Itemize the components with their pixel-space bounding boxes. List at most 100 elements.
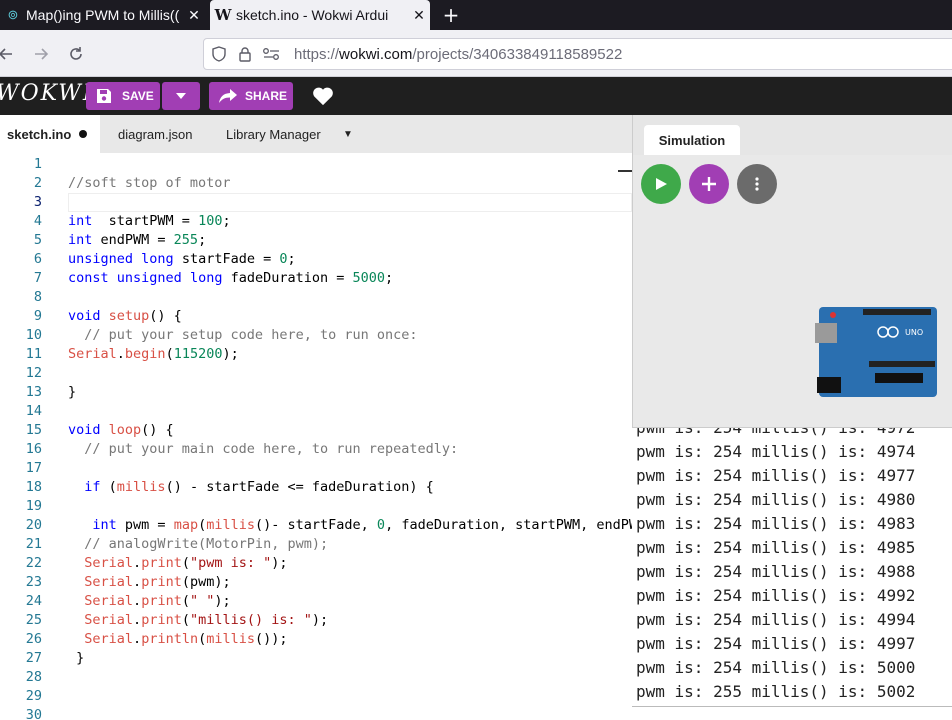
number: 115200 — [173, 346, 223, 362]
code-line-24[interactable]: Serial.print(" "); — [68, 592, 230, 611]
code-text: . — [116, 346, 125, 362]
code-line-7[interactable]: const unsigned long fadeDuration = 5000; — [68, 269, 393, 288]
tabs-menu-caret-icon[interactable]: ▼ — [343, 115, 353, 153]
arduino-uno-board[interactable]: UNO — [815, 307, 939, 399]
line-number: 14 — [25, 403, 42, 419]
function-name: millis — [206, 631, 256, 647]
code-text: (pwm); — [181, 574, 231, 590]
permissions-icon[interactable] — [260, 43, 282, 65]
code-line-9[interactable]: void setup() { — [68, 307, 182, 326]
object-name: Serial — [84, 593, 134, 609]
line-number: 30 — [25, 707, 42, 720]
keyword: long — [141, 251, 174, 267]
unsaved-dot-icon — [79, 130, 88, 138]
code-line-16[interactable]: // put your main code here, to run repea… — [68, 440, 458, 459]
keyword: void — [68, 422, 101, 438]
serial-output-line: pwm is: 254 millis() is: 4985 — [636, 538, 916, 557]
add-part-button[interactable] — [689, 164, 729, 204]
code-line-6[interactable]: unsigned long startFade = 0; — [68, 250, 296, 269]
serial-input[interactable] — [632, 706, 952, 720]
code-editor[interactable]: 1 2 3 4 5 6 7 8 9 10 11 12 13 14 15 16 17 18 19 20 21 22 23 24 2… — [0, 153, 632, 720]
code-line-23[interactable]: Serial.print(pwm); — [68, 573, 231, 592]
browser-tab-sketch[interactable]: W sketch.ino - Wokwi Ardui ✕ — [210, 0, 430, 30]
line-number: 23 — [25, 574, 42, 590]
line-number: 15 — [25, 422, 42, 438]
code-line-2[interactable]: //soft stop of motor — [68, 174, 231, 193]
object-name: Serial — [84, 574, 134, 590]
url-path: /projects/340633849118589522 — [412, 45, 623, 63]
plus-icon — [702, 177, 716, 191]
new-tab-button[interactable]: + — [440, 0, 462, 30]
line-number: 5 — [33, 232, 42, 248]
forward-arrow-icon[interactable] — [27, 30, 55, 77]
heart-icon[interactable] — [312, 85, 334, 107]
code-line-5[interactable]: int endPWM = 255; — [68, 231, 206, 250]
code-line-13[interactable]: } — [68, 383, 76, 402]
comment: // put your main code here, to run repea… — [68, 441, 459, 457]
shield-icon[interactable] — [208, 43, 230, 65]
keyword: if — [84, 479, 101, 495]
close-tab-icon[interactable]: ✕ — [408, 7, 430, 24]
code-line-25[interactable]: Serial.print("millis() is: "); — [68, 611, 328, 630]
line-number: 11 — [25, 346, 42, 362]
back-arrow-icon[interactable] — [0, 30, 20, 77]
code-line-11[interactable]: Serial.begin(115200); — [68, 345, 239, 364]
tab-label: sketch.ino — [7, 126, 72, 142]
editor-overview-marker — [618, 170, 632, 172]
tab-library-manager[interactable]: Library Manager — [226, 115, 321, 153]
lock-icon[interactable] — [234, 43, 256, 65]
code-line-26[interactable]: Serial.println(millis()); — [68, 630, 287, 649]
code-text: ( — [165, 346, 174, 362]
tab-sketch-ino[interactable]: sketch.ino — [0, 115, 100, 153]
line-number: 9 — [33, 308, 42, 324]
close-tab-icon[interactable]: ✕ — [183, 7, 205, 24]
function-name: print — [141, 574, 182, 590]
line-number: 17 — [25, 460, 42, 476]
code-line-18[interactable]: if (millis() - startFade <= fadeDuration… — [68, 478, 434, 497]
save-button[interactable]: SAVE — [86, 82, 160, 110]
code-line-22[interactable]: Serial.print("pwm is: "); — [68, 554, 288, 573]
serial-output-line: pwm is: 254 millis() is: 4974 — [636, 442, 916, 461]
keyword: long — [189, 270, 223, 286]
serial-output-line: pwm is: 254 millis() is: 5000 — [636, 658, 916, 677]
current-line-highlight — [68, 193, 632, 212]
browser-tab-map-pwm[interactable]: ⊚ Map()ing PWM to Millis(( ✕ — [0, 0, 205, 30]
code-text: ; — [385, 270, 394, 286]
number: 255 — [173, 232, 199, 248]
tab-diagram-json[interactable]: diagram.json — [118, 115, 192, 153]
keyword: void — [68, 308, 101, 324]
keyword: int — [68, 232, 93, 248]
string-literal: "pwm is: " — [189, 555, 272, 571]
line-number: 8 — [33, 289, 42, 305]
serial-output-line: pwm is: 254 millis() is: 4983 — [636, 514, 916, 533]
more-options-button[interactable] — [737, 164, 777, 204]
share-button[interactable]: SHARE — [209, 82, 293, 110]
code-line-27[interactable]: } — [68, 649, 84, 668]
code-line-21[interactable]: // analogWrite(MotorPin, pwm); — [68, 535, 328, 554]
browser-tab-title: sketch.ino - Wokwi Ardui — [236, 7, 389, 23]
floppy-disk-icon — [97, 89, 111, 103]
reload-icon[interactable] — [62, 30, 90, 77]
line-number: 28 — [25, 669, 42, 685]
object-name: Serial — [84, 555, 134, 571]
code-line-4[interactable]: int startPWM = 100; — [68, 212, 231, 231]
tab-simulation[interactable]: Simulation — [644, 125, 740, 155]
comment: // analogWrite(MotorPin, pwm); — [68, 536, 329, 552]
code-line-15[interactable]: void loop() { — [68, 421, 174, 440]
wokwi-logo[interactable]: WOKWI — [0, 81, 94, 106]
code-line-20[interactable]: int pwm = map(millis()- startFade, 0, fa… — [68, 516, 632, 535]
serial-monitor[interactable]: pwm is: 254 millis() is: 4972 pwm is: 254… — [632, 427, 952, 706]
line-number: 2 — [33, 175, 42, 191]
start-simulation-button[interactable] — [641, 164, 681, 204]
line-number: 6 — [33, 251, 42, 267]
save-options-dropdown[interactable] — [162, 82, 200, 110]
code-text: ); — [271, 555, 288, 571]
address-bar[interactable]: https://wokwi.com/projects/3406338491185… — [203, 38, 952, 70]
code-line-10[interactable]: // put your setup code here, to run once… — [68, 326, 417, 345]
